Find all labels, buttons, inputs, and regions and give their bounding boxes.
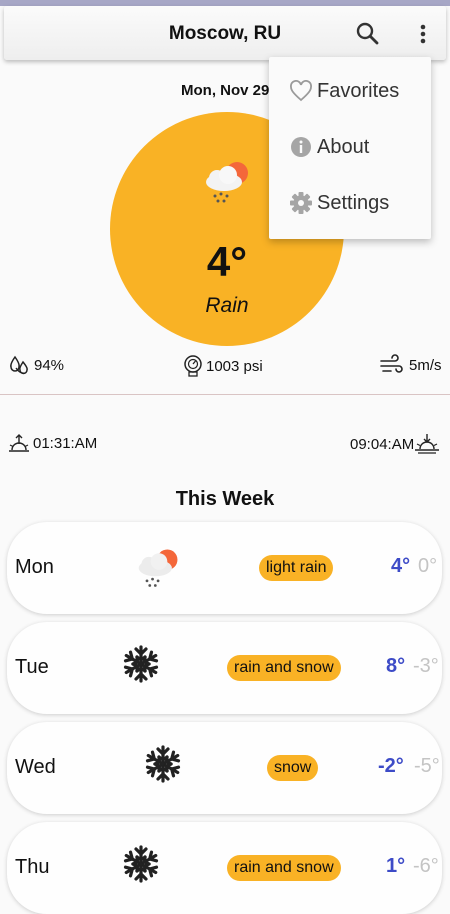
rain-sun-icon	[138, 549, 178, 587]
sunrise-stat: 01:31:AM	[8, 432, 97, 454]
search-button[interactable]	[353, 19, 383, 49]
day-name: Tue	[15, 656, 49, 678]
more-options-button[interactable]	[410, 19, 436, 49]
sunset-time: 09:04:AM	[350, 435, 415, 453]
rain-sun-icon	[206, 162, 248, 203]
current-condition: Rain	[205, 294, 249, 317]
low-temp: 0°	[418, 555, 438, 577]
humidity-stat: 94%	[8, 354, 64, 376]
day-row-tue[interactable]: Tue rain and snow 8° -3°	[7, 622, 442, 714]
low-temp: -3°	[413, 655, 439, 677]
heart-icon	[290, 80, 312, 102]
more-vert-icon	[420, 24, 426, 44]
search-icon	[356, 22, 379, 45]
low-temp: -6°	[413, 855, 439, 877]
high-temp: 4°	[391, 555, 411, 577]
barometer-icon	[184, 355, 202, 377]
day-name: Mon	[15, 556, 54, 578]
day-name: Thu	[15, 856, 50, 878]
sunset-icon	[415, 434, 440, 454]
gear-icon	[290, 192, 312, 214]
high-temp: 1°	[386, 855, 406, 877]
wind-value: 5m/s	[409, 356, 442, 374]
info-icon	[291, 137, 311, 157]
snowflake-icon	[123, 845, 159, 883]
menu-item-settings[interactable]: Settings	[289, 183, 389, 223]
menu-item-label: About	[317, 135, 370, 158]
high-temp: -2°	[378, 755, 404, 777]
sunrise-icon	[9, 434, 29, 452]
menu-item-about[interactable]: About	[289, 127, 369, 167]
day-row-wed[interactable]: Wed snow -2° -5°	[7, 722, 442, 814]
sunset-stat: 09:04:AM	[350, 432, 440, 456]
day-name: Wed	[15, 756, 56, 778]
high-temp: 8°	[386, 655, 406, 677]
condition-pill: rain and snow	[227, 855, 341, 881]
current-temperature: 4°	[206, 238, 248, 285]
sunrise-time: 01:31:AM	[33, 434, 98, 452]
low-temp: -5°	[414, 755, 440, 777]
condition-pill: snow	[267, 755, 319, 781]
current-date: Mon, Nov 29	[181, 82, 270, 99]
menu-item-label: Settings	[317, 191, 390, 214]
day-row-mon[interactable]: Mon light rain 4° 0°	[7, 522, 442, 614]
section-divider	[0, 394, 450, 395]
wind-stat: 5m/s	[379, 354, 442, 376]
toolbar: Moscow, RU	[4, 6, 446, 60]
humidity-value: 94%	[34, 356, 65, 374]
menu-item-favorites[interactable]: Favorites	[289, 71, 399, 111]
overflow-menu: Favorites About Settings	[269, 57, 431, 239]
day-row-thu[interactable]: Thu rain and snow 1° -6°	[7, 822, 442, 914]
week-title: This Week	[175, 488, 275, 510]
snowflake-icon	[145, 745, 181, 783]
pressure-value: 1003 psi	[206, 357, 263, 375]
condition-pill: rain and snow	[227, 655, 341, 681]
pressure-stat: 1003 psi	[182, 354, 263, 378]
menu-item-label: Favorites	[317, 79, 400, 102]
wind-icon	[380, 354, 403, 373]
condition-pill: light rain	[259, 555, 334, 581]
snowflake-icon	[123, 645, 159, 683]
droplets-icon	[10, 355, 28, 375]
